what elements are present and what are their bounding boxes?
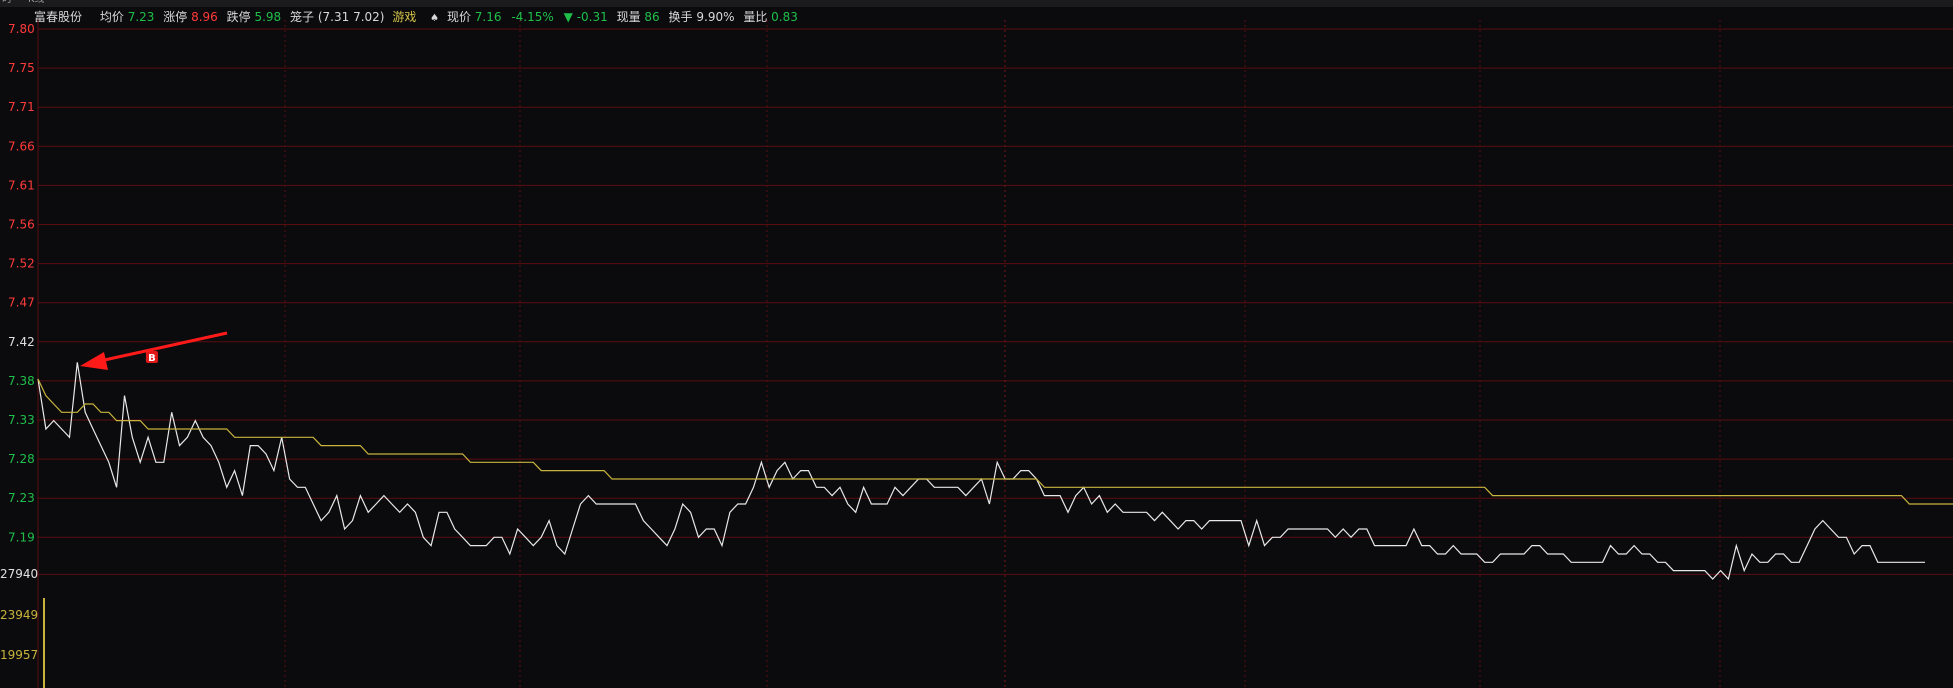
price-axis-labels: 7.80 7.75 7.71 7.66 7.61 7.56 7.52 7.47 7.42 7.38…: [8, 22, 35, 544]
y-tick-label: 7.23: [8, 491, 35, 505]
y-tick-label: 7.47: [8, 296, 35, 310]
y-tick-label: 7.42: [8, 335, 35, 349]
volume-tick-label: 19957: [0, 648, 38, 662]
y-tick-label: 7.75: [8, 61, 35, 75]
y-tick-label: 7.52: [8, 257, 35, 271]
y-tick-label: 7.38: [8, 374, 35, 388]
volume-tick-label: 23949: [0, 608, 38, 622]
y-tick-label: 7.28: [8, 452, 35, 466]
y-tick-label: 7.19: [8, 530, 35, 544]
chart-lines: [37, 362, 1953, 581]
average-line: [37, 378, 1953, 505]
price-line: [37, 362, 1925, 581]
y-tick-label: 7.56: [8, 218, 35, 232]
y-tick-label: 7.66: [8, 139, 35, 153]
buy-annotation: B: [80, 331, 228, 370]
y-tick-label: 7.61: [8, 178, 35, 192]
intraday-chart: 7.80 7.75 7.71 7.66 7.61 7.56 7.52 7.47 7.42 7.38…: [0, 20, 1953, 688]
buy-marker-label: B: [148, 353, 156, 364]
y-tick-label: 7.71: [8, 100, 35, 114]
arrow-shaft: [99, 331, 228, 363]
vertical-gridlines: [37, 20, 1721, 688]
arrow-head-icon: [80, 352, 108, 370]
y-tick-label: 7.33: [8, 413, 35, 427]
volume-tick-label: 27940: [0, 567, 38, 581]
volume-axis-labels: 27940 23949 19957: [0, 567, 38, 662]
y-tick-label: 7.80: [8, 22, 35, 36]
horizontal-gridlines: [38, 28, 1953, 575]
